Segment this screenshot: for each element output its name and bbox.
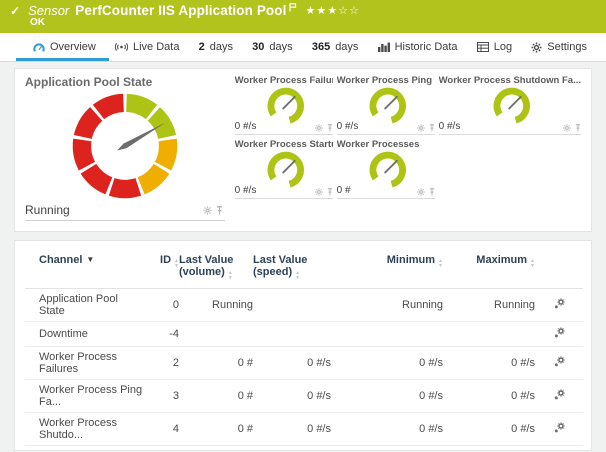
- tab-live-data-label: Live Data: [133, 41, 179, 53]
- gauge-value: 0 #/s: [235, 121, 257, 132]
- tab-log-label: Log: [494, 41, 512, 53]
- column-header-id[interactable]: ID▲▼: [145, 241, 179, 289]
- table-row: Application Pool State 0 Running Running…: [25, 289, 583, 322]
- column-header-maximum[interactable]: Maximum▲▼: [443, 241, 535, 289]
- small-gauge-svg: [263, 84, 307, 126]
- gauge-tile-worker-process-shutdown-failures[interactable]: Worker Process Shutdown Fa... 0 #/s: [439, 75, 581, 135]
- channels-table: Channel▼ ID▲▼ Last Value(volume)▲▼ Last …: [25, 241, 583, 451]
- gauge-settings-gear-icon[interactable]: [315, 188, 323, 196]
- pin-icon[interactable]: [429, 124, 435, 132]
- sort-icon: ▲▼: [530, 259, 535, 268]
- stars-empty-icon: ☆☆: [338, 5, 360, 17]
- sensor-status-text: OK: [30, 17, 596, 28]
- pin-icon[interactable]: [216, 206, 223, 215]
- main-gauge-title: Application Pool State: [25, 75, 225, 90]
- small-gauge-svg: [365, 84, 409, 126]
- live-broadcast-icon: [115, 42, 128, 52]
- column-header-actions: [535, 241, 583, 289]
- sensor-kind-label: Sensor: [28, 3, 69, 18]
- status-ok-check-icon: ✓: [10, 4, 20, 18]
- tab-settings-label: Settings: [547, 41, 587, 53]
- channel-name[interactable]: Worker Process Ping Fa...: [25, 380, 145, 413]
- table-row: Worker Process Shutdo... 4 0 # 0 #/s 0 #…: [25, 413, 583, 446]
- tab-30-days[interactable]: 30 days: [249, 33, 296, 61]
- small-gauges-grid: Worker Process Failures 0 #/s Worker Pro…: [235, 75, 581, 225]
- channel-settings-gear-icon[interactable]: [553, 388, 566, 401]
- gauge-tile-worker-process-failures[interactable]: Worker Process Failures 0 #/s: [235, 75, 333, 135]
- column-header-last-value-volume[interactable]: Last Value(volume)▲▼: [179, 241, 253, 289]
- gauge-icon: [33, 42, 45, 53]
- gauge-settings-gear-icon[interactable]: [417, 188, 425, 196]
- table-row: Downtime -4: [25, 322, 583, 347]
- gauge-tile-worker-processes[interactable]: Worker Processes 0 #: [337, 139, 435, 199]
- column-header-channel[interactable]: Channel▼: [25, 241, 145, 289]
- gauge-settings-gear-icon[interactable]: [315, 124, 323, 132]
- column-header-last-value-speed[interactable]: Last Value(speed)▲▼: [253, 241, 331, 289]
- small-gauge-svg: [365, 148, 409, 190]
- column-header-minimum[interactable]: Minimum▲▼: [331, 241, 443, 289]
- gear-icon: [531, 42, 542, 53]
- channel-settings-gear-icon[interactable]: [553, 355, 566, 368]
- log-table-icon: [477, 42, 489, 52]
- pin-icon[interactable]: [327, 124, 333, 132]
- sort-icon: ▲▼: [438, 259, 443, 268]
- tab-historic-data-label: Historic Data: [395, 41, 458, 53]
- channels-table-panel: Channel▼ ID▲▼ Last Value(volume)▲▼ Last …: [14, 240, 592, 451]
- main-gauge-tile[interactable]: Application Pool State Running: [25, 75, 225, 225]
- gauge-settings-gear-icon[interactable]: [563, 124, 571, 132]
- caret-down-icon: ▼: [86, 255, 94, 264]
- main-gauge-svg: [70, 90, 180, 200]
- channel-name[interactable]: Worker Process Shutdo...: [25, 413, 145, 446]
- gauge-tile-worker-process-startup-failures[interactable]: Worker Process Startup Failu... 0 #/s: [235, 139, 333, 199]
- sort-icon: ▲▼: [228, 271, 233, 280]
- flag-icon[interactable]: [289, 0, 297, 17]
- pin-icon[interactable]: [575, 124, 581, 132]
- sensor-title: PerfCounter IIS Application Pool: [75, 3, 286, 18]
- tab-overview[interactable]: Overview: [30, 33, 99, 61]
- main-gauge-value: Running: [25, 203, 70, 217]
- small-gauge-svg: [490, 84, 534, 126]
- small-gauge-svg: [263, 148, 307, 190]
- gauge-settings-gear-icon[interactable]: [417, 124, 425, 132]
- gauge-settings-gear-icon[interactable]: [203, 206, 212, 215]
- tab-log[interactable]: Log: [474, 33, 515, 61]
- tab-live-data[interactable]: Live Data: [112, 33, 182, 61]
- channel-settings-gear-icon[interactable]: [553, 421, 566, 434]
- stars-filled-icon: ★★★: [305, 5, 338, 17]
- channel-settings-gear-icon[interactable]: [553, 326, 566, 339]
- gauge-value: 0 #: [337, 185, 351, 196]
- gauge-tile-worker-process-ping-failures[interactable]: Worker Process Ping Failures 0 #/s: [337, 75, 435, 135]
- sensor-header: ✓ Sensor PerfCounter IIS Application Poo…: [0, 0, 606, 33]
- gauge-value: 0 #/s: [235, 185, 257, 196]
- channel-name[interactable]: Application Pool State: [25, 289, 145, 322]
- tab-overview-label: Overview: [50, 41, 96, 53]
- tab-2-days[interactable]: 2 days: [196, 33, 236, 61]
- overview-content: Application Pool State Running Wor: [0, 62, 606, 451]
- channel-name[interactable]: Downtime: [25, 322, 145, 347]
- tab-365-days[interactable]: 365 days: [309, 33, 362, 61]
- tab-historic-data[interactable]: Historic Data: [375, 33, 461, 61]
- gauge-value: 0 #/s: [337, 121, 359, 132]
- bar-chart-icon: [378, 42, 390, 52]
- tab-bar: Overview Live Data 2 days 30 days 365 da…: [0, 33, 606, 62]
- table-row: Worker Process Startup... 5 0 # 0 #/s 0 …: [25, 446, 583, 452]
- channel-settings-gear-icon[interactable]: [553, 297, 566, 310]
- pin-icon[interactable]: [327, 188, 333, 196]
- tab-settings[interactable]: Settings: [528, 33, 590, 61]
- pin-icon[interactable]: [429, 188, 435, 196]
- channel-name[interactable]: Worker Process Failures: [25, 347, 145, 380]
- sort-icon: ▲▼: [295, 271, 300, 280]
- gauges-panel: Application Pool State Running Wor: [14, 68, 592, 232]
- priority-stars[interactable]: ★★★☆☆: [305, 4, 359, 17]
- table-row: Worker Process Failures 2 0 # 0 #/s 0 #/…: [25, 347, 583, 380]
- gauge-value: 0 #/s: [439, 121, 461, 132]
- table-row: Worker Process Ping Fa... 3 0 # 0 #/s 0 …: [25, 380, 583, 413]
- channel-name[interactable]: Worker Process Startup...: [25, 446, 145, 452]
